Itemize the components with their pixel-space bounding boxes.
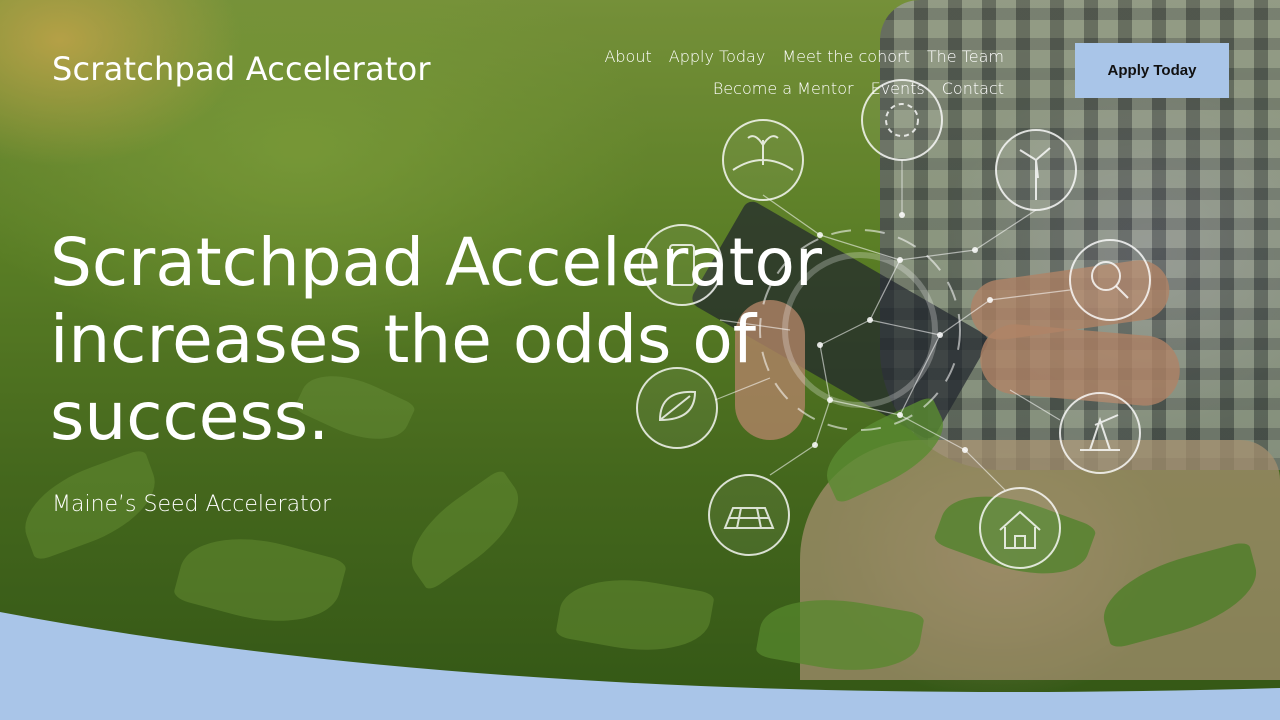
nav-link-become-a-mentor[interactable]: Become a Mentor — [713, 79, 854, 98]
nav-link-contact[interactable]: Contact — [942, 79, 1004, 98]
main-navigation: About Apply Today Meet the cohort The Te… — [534, 40, 1004, 104]
search-icon — [1069, 239, 1151, 321]
nav-link-apply-today[interactable]: Apply Today — [669, 47, 766, 66]
home-icon — [979, 487, 1061, 569]
section-divider-wave — [0, 612, 1280, 720]
hero-headline: Scratchpad Accelerator increases the odd… — [50, 224, 823, 455]
site-logo[interactable]: Scratchpad Accelerator — [52, 50, 431, 88]
wind-turbine-icon — [995, 129, 1077, 211]
sprout-icon — [722, 119, 804, 201]
hero-subheadline: Maine’s Seed Accelerator — [52, 492, 332, 517]
nav-link-about[interactable]: About — [604, 47, 651, 66]
nav-row-primary: About Apply Today Meet the cohort The Te… — [534, 40, 1004, 72]
nav-row-secondary: Become a Mentor Events Contact — [534, 72, 1004, 104]
hero-section: Scratchpad Accelerator About Apply Today… — [0, 0, 1280, 720]
oil-pump-icon — [1059, 392, 1141, 474]
nav-link-meet-the-cohort[interactable]: Meet the cohort — [782, 47, 910, 66]
solar-panel-icon — [708, 474, 790, 556]
apply-today-button[interactable]: Apply Today — [1075, 43, 1229, 98]
nav-link-the-team[interactable]: The Team — [927, 47, 1004, 66]
nav-link-events[interactable]: Events — [871, 79, 925, 98]
